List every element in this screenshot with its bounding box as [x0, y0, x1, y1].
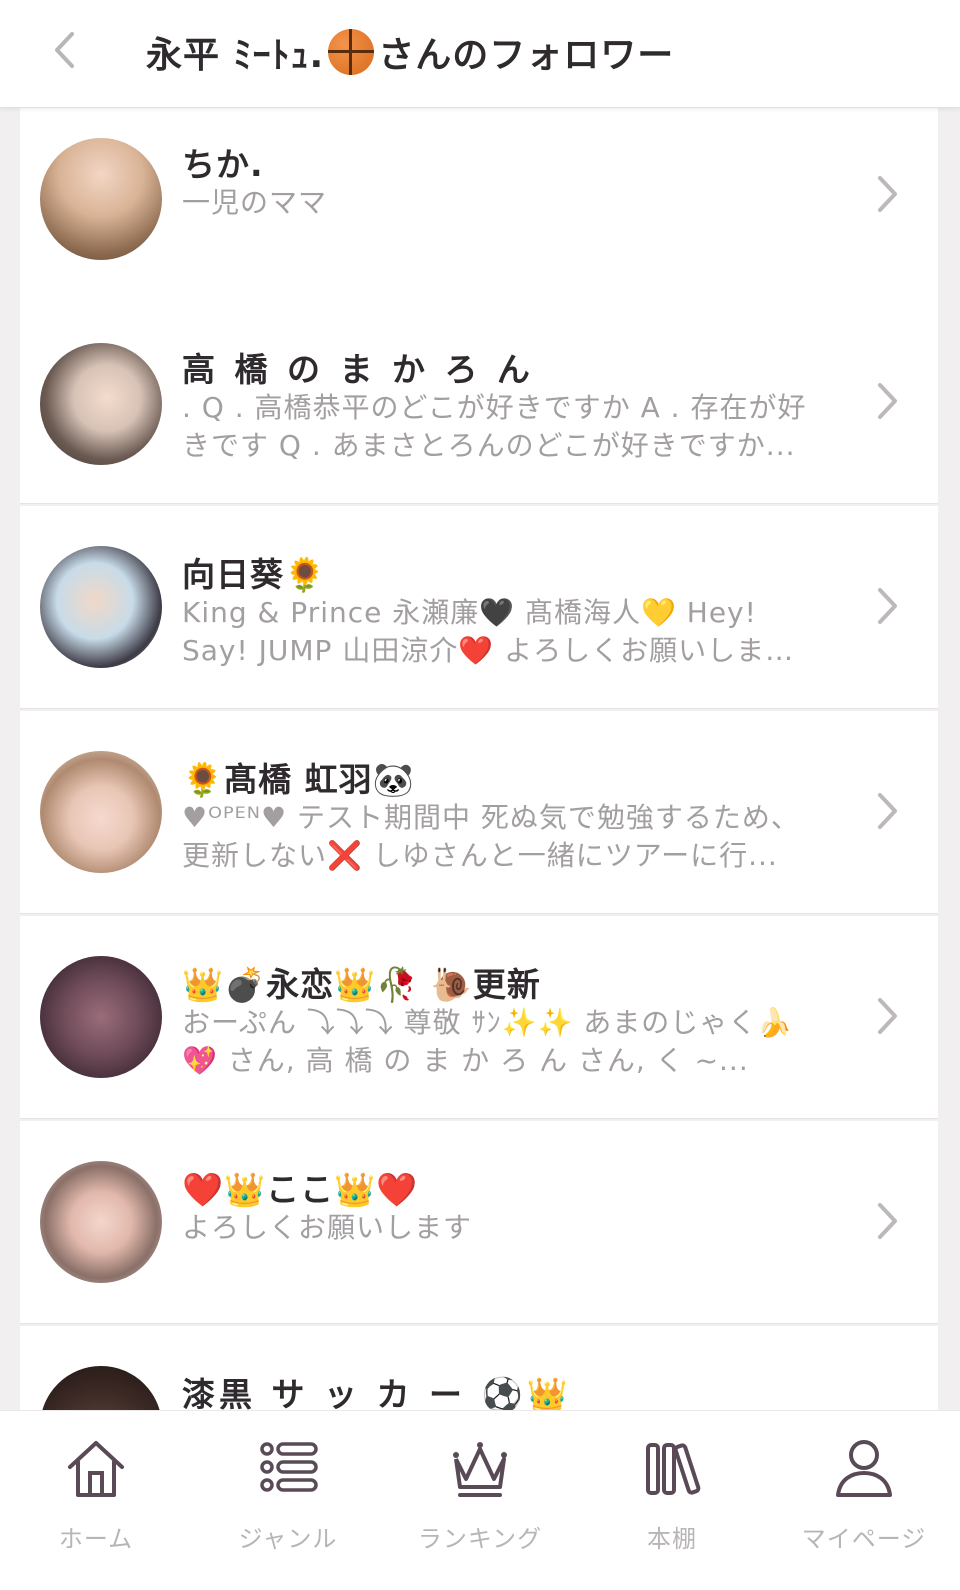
bottom-tab-bar: ホーム ジャンル ランキング 本棚 マイページ — [0, 1410, 960, 1590]
chevron-left-icon — [55, 32, 74, 68]
follower-bio: . Q . 高橋恭平のどこが好きですか A . 存在が好きです Q . あまさと… — [182, 391, 807, 462]
follower-bio: ♥ᴼᴾᴱᴺ♥ テスト期間中 死ぬ気で勉強するため、更新しない❌ しゆさんと一緒に… — [182, 801, 800, 872]
back-button[interactable] — [36, 22, 92, 78]
avatar — [40, 956, 162, 1078]
chevron-right-icon — [878, 998, 897, 1034]
follower-list: ちか. 一児のママ 高 橋 の ま か ろ ん . Q . 高橋恭平のどこが好き… — [0, 108, 960, 1410]
chevron-right-icon — [878, 383, 897, 419]
page-title-username: 永平 ﾐｰﾄｭ. — [146, 35, 325, 76]
app-header: 永平 ﾐｰﾄｭ. さんのフォロワー — [0, 0, 960, 108]
avatar — [40, 138, 162, 260]
tab-label: ジャンル — [238, 1525, 338, 1553]
follower-item[interactable]: 高 橋 の ま か ろ ん . Q . 高橋恭平のどこが好きですか A . 存在… — [20, 301, 938, 504]
bookshelf-icon — [646, 1443, 701, 1495]
chevron-right-icon — [878, 793, 897, 829]
follower-name: 👑💣永恋👑🥀 🐌更新 — [182, 965, 541, 1004]
tab-label: 本棚 — [647, 1525, 697, 1553]
chevron-right-icon — [878, 176, 897, 212]
follower-bio: 一児のママ — [182, 186, 328, 219]
follower-item[interactable]: 🌻髙橋 虹羽🐼 ♥ᴼᴾᴱᴺ♥ テスト期間中 死ぬ気で勉強するため、更新しない❌ … — [20, 711, 938, 914]
tab-label: ホーム — [58, 1525, 134, 1553]
follower-bio: おーぷん ⤵︎⤵︎⤵︎ 尊敬 ｻﾝ✨✨ あまのじゃく🍌💖 さん, 高 橋 の ま… — [182, 1006, 794, 1077]
tab-label: ランキング — [417, 1525, 543, 1553]
chevron-right-icon — [878, 1203, 897, 1239]
follower-bio: よろしくお願いします — [182, 1211, 473, 1244]
tab-genre[interactable]: ジャンル — [192, 1411, 384, 1590]
follower-name: 向日葵🌻 — [182, 555, 327, 594]
page-title: 永平 ﾐｰﾄｭ. さんのフォロワー — [146, 24, 674, 80]
list-icon — [260, 1442, 318, 1492]
follower-bio: King & Prince 永瀬廉🖤 髙橋海人💛 Hey! Say! JUMP … — [182, 596, 766, 667]
follower-item[interactable]: 向日葵🌻 King & Prince 永瀬廉🖤 髙橋海人💛 Hey! Say! … — [20, 506, 938, 709]
page-title-suffix: さんのフォロワー — [378, 35, 675, 76]
tab-mypage[interactable]: マイページ — [768, 1411, 960, 1590]
basketball-icon — [328, 29, 375, 75]
follower-name: 漆黒 サ ッ カ ー ⚽👑 — [182, 1375, 572, 1410]
tab-home[interactable]: ホーム — [0, 1411, 192, 1590]
follower-item[interactable]: 👑💣永恋👑🥀 🐌更新 おーぷん ⤵︎⤵︎⤵︎ 尊敬 ｻﾝ✨✨ あまのじゃく🍌💖 … — [20, 916, 938, 1119]
person-icon — [836, 1440, 892, 1497]
follower-name: 🌻髙橋 虹羽🐼 — [182, 760, 415, 799]
follower-name: ❤️👑ここ👑❤️ — [182, 1170, 419, 1209]
avatar — [40, 546, 162, 668]
follower-item[interactable]: ❤️👑ここ👑❤️ よろしくお願いします — [20, 1121, 938, 1324]
avatar — [40, 1161, 162, 1283]
follower-name: 高 橋 の ま か ろ ん — [182, 350, 534, 389]
tab-label: マイページ — [801, 1525, 927, 1553]
follower-item[interactable]: ちか. 一児のママ — [20, 108, 938, 311]
tab-ranking[interactable]: ランキング — [384, 1411, 576, 1590]
crown-icon — [453, 1442, 507, 1497]
tab-bookshelf[interactable]: 本棚 — [576, 1411, 768, 1590]
avatar — [40, 1366, 162, 1410]
home-icon — [68, 1441, 124, 1497]
follower-item[interactable]: 漆黒 サ ッ カ ー ⚽👑 — [20, 1326, 938, 1410]
follower-name: ちか. — [182, 145, 264, 184]
chevron-right-icon — [878, 588, 897, 624]
avatar — [40, 343, 162, 465]
avatar — [40, 751, 162, 873]
